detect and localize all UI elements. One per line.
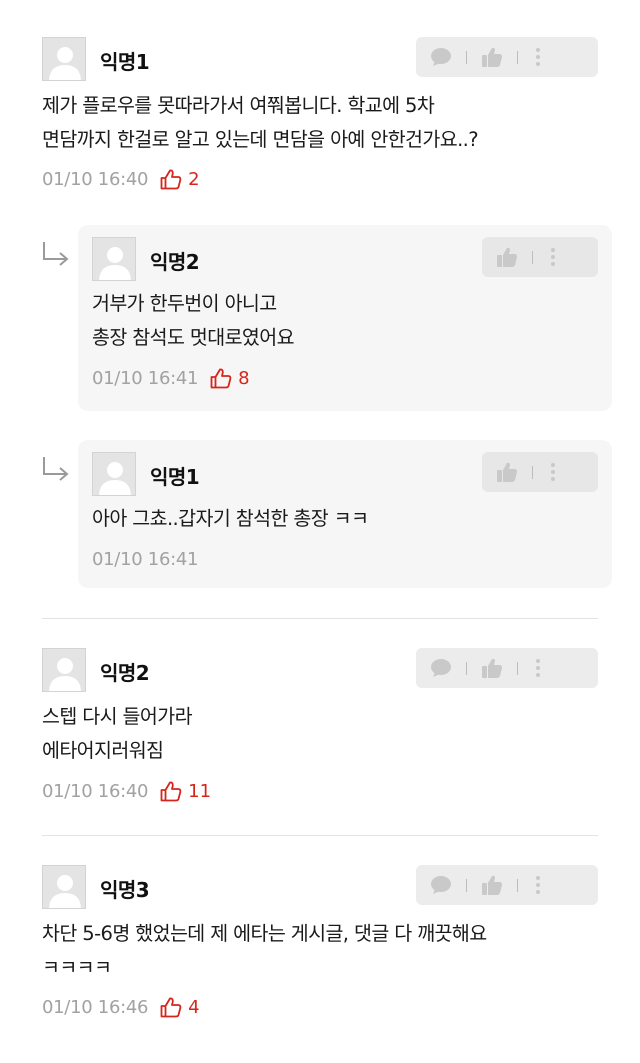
more-vertical-icon: [536, 659, 540, 677]
reply-box: 익명2 거부가 한두번이 아니고 총장 참석도 멋대로였어요 01/10 16:…: [78, 225, 612, 411]
more-button[interactable]: [533, 452, 573, 492]
reply-arrow-icon: [43, 457, 69, 481]
comment-text: 면담까지 한걸로 알고 있는데 면담을 아예 안한건가요..?: [42, 128, 479, 151]
like-count: 4: [188, 996, 200, 1018]
speech-bubble-icon: [431, 48, 451, 66]
comment-actions: [416, 648, 598, 688]
like-indicator: 11: [160, 781, 211, 802]
vote-button[interactable]: [467, 865, 517, 905]
comment-date: 01/10 16:40: [42, 168, 149, 190]
like-count: 8: [238, 367, 250, 389]
comment-text: 차단 5-6명 했었는데 제 에타는 게시글, 댓글 다 깨끗해요: [42, 922, 487, 945]
thumbs-up-icon: [482, 658, 502, 678]
comment-text: 스텝 다시 들어가라: [42, 705, 193, 728]
like-indicator: 8: [210, 367, 250, 389]
more-vertical-icon: [551, 463, 555, 481]
like-count: 2: [188, 168, 200, 190]
more-button[interactable]: [518, 865, 558, 905]
vote-button[interactable]: [482, 452, 532, 492]
reply-button[interactable]: [416, 648, 466, 688]
author-name: 익명1: [100, 50, 150, 74]
more-vertical-icon: [551, 248, 555, 266]
thumbs-up-icon: [497, 462, 517, 482]
thumbs-up-icon: [497, 247, 517, 267]
more-vertical-icon: [536, 48, 540, 66]
comment-text: 아아 그쵸..갑자기 참석한 총장 ㅋㅋ: [92, 507, 369, 530]
comment: 익명2 스텝 다시 들어가라 에타어지러워짐 01/10 16:40 11: [42, 648, 598, 808]
vote-button[interactable]: [467, 648, 517, 688]
vote-button[interactable]: [482, 237, 532, 277]
like-count: 11: [188, 780, 212, 802]
divider: [42, 618, 598, 619]
author-name: 익명2: [150, 250, 200, 274]
speech-bubble-icon: [431, 876, 451, 894]
reply-button[interactable]: [416, 865, 466, 905]
reply: 익명2 거부가 한두번이 아니고 총장 참석도 멋대로였어요 01/10 16:…: [42, 225, 612, 411]
comment-actions: [416, 37, 598, 77]
more-button[interactable]: [518, 648, 558, 688]
reply-button[interactable]: [416, 37, 466, 77]
comment: 익명1 제가 플로우를 못따라가서 여쭤봅니다. 학교에 5차 면담까지 한걸로…: [42, 37, 598, 196]
more-button[interactable]: [518, 37, 558, 77]
thumbs-up-icon: [482, 47, 502, 67]
vote-button[interactable]: [467, 37, 517, 77]
reply-box: 익명1 아아 그쵸..갑자기 참석한 총장 ㅋㅋ 01/10 16:41: [78, 440, 612, 588]
comment-actions: [482, 237, 598, 277]
comment-text: ㅋㅋㅋㅋ: [42, 956, 112, 979]
more-button[interactable]: [533, 237, 573, 277]
default-avatar-icon: [42, 865, 86, 909]
reply-arrow-icon: [43, 242, 69, 266]
comment-date: 01/10 16:46: [42, 996, 149, 1018]
comment-text: 에타어지러워짐: [42, 739, 164, 762]
thumbs-up-outline-icon: [160, 781, 182, 801]
speech-bubble-icon: [431, 659, 451, 677]
comment: 익명3 차단 5-6명 했었는데 제 에타는 게시글, 댓글 다 깨끗해요 ㅋㅋ…: [42, 865, 598, 1024]
author-name: 익명1: [150, 465, 200, 489]
comment-actions: [416, 865, 598, 905]
default-avatar-icon: [92, 237, 136, 281]
thumbs-up-outline-icon: [210, 368, 232, 388]
thumbs-up-outline-icon: [160, 169, 182, 189]
like-indicator: 2: [160, 168, 200, 190]
thumbs-up-icon: [482, 875, 502, 895]
comment-text: 거부가 한두번이 아니고: [92, 292, 277, 315]
divider: [42, 835, 598, 836]
comment-date: 01/10 16:41: [92, 548, 199, 570]
author-name: 익명2: [100, 661, 150, 685]
thumbs-up-outline-icon: [160, 997, 182, 1017]
reply: 익명1 아아 그쵸..갑자기 참석한 총장 ㅋㅋ 01/10 16:41: [42, 440, 612, 588]
default-avatar-icon: [42, 37, 86, 81]
comment-actions: [482, 452, 598, 492]
comment-text: 제가 플로우를 못따라가서 여쭤봅니다. 학교에 5차: [42, 94, 435, 117]
author-name: 익명3: [100, 878, 150, 902]
default-avatar-icon: [92, 452, 136, 496]
like-indicator: 4: [160, 996, 200, 1018]
more-vertical-icon: [536, 876, 540, 894]
default-avatar-icon: [42, 648, 86, 692]
comment-text: 총장 참석도 멋대로였어요: [92, 326, 295, 349]
comment-date: 01/10 16:40: [42, 780, 149, 802]
comment-date: 01/10 16:41: [92, 367, 199, 389]
